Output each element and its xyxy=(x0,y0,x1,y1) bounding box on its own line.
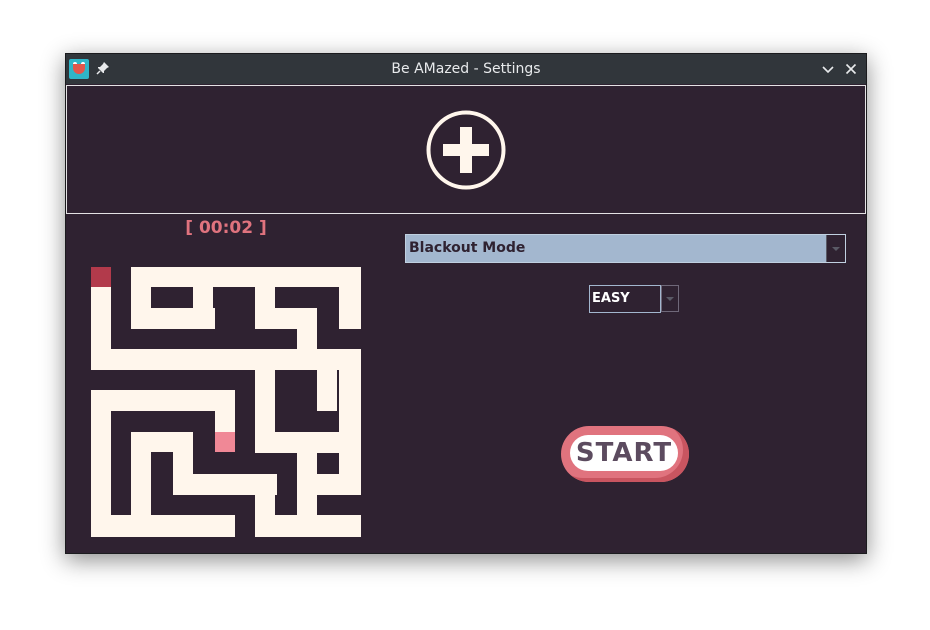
mode-dropdown-value: Blackout Mode xyxy=(409,240,526,256)
difficulty-dropdown[interactable]: EASY xyxy=(589,285,679,313)
maze-preview xyxy=(91,267,361,537)
close-icon[interactable] xyxy=(843,61,859,77)
maze-player-marker xyxy=(215,432,235,452)
start-button-face: START xyxy=(570,435,678,471)
difficulty-dropdown-field[interactable]: EASY xyxy=(589,285,661,313)
title-bar: Be AMazed - Settings xyxy=(66,54,866,84)
header-banner xyxy=(66,85,866,214)
difficulty-dropdown-value: EASY xyxy=(592,291,630,306)
start-button[interactable]: START xyxy=(561,426,689,482)
difficulty-dropdown-arrow[interactable] xyxy=(661,285,679,312)
game-timer: [ 00:02 ] xyxy=(185,218,267,238)
chevron-down-icon xyxy=(666,297,674,301)
mode-dropdown[interactable]: Blackout Mode xyxy=(405,234,846,263)
app-window: Be AMazed - Settings [ 00:02 ] Blackout … xyxy=(65,53,867,554)
maze-start-cell xyxy=(91,267,111,287)
start-button-label: START xyxy=(575,438,673,468)
chevron-down-icon xyxy=(832,247,840,251)
plus-circle-icon[interactable] xyxy=(425,109,507,191)
window-title: Be AMazed - Settings xyxy=(391,61,541,77)
mode-dropdown-arrow[interactable] xyxy=(826,235,845,262)
minimize-chevron-icon[interactable] xyxy=(820,61,836,77)
